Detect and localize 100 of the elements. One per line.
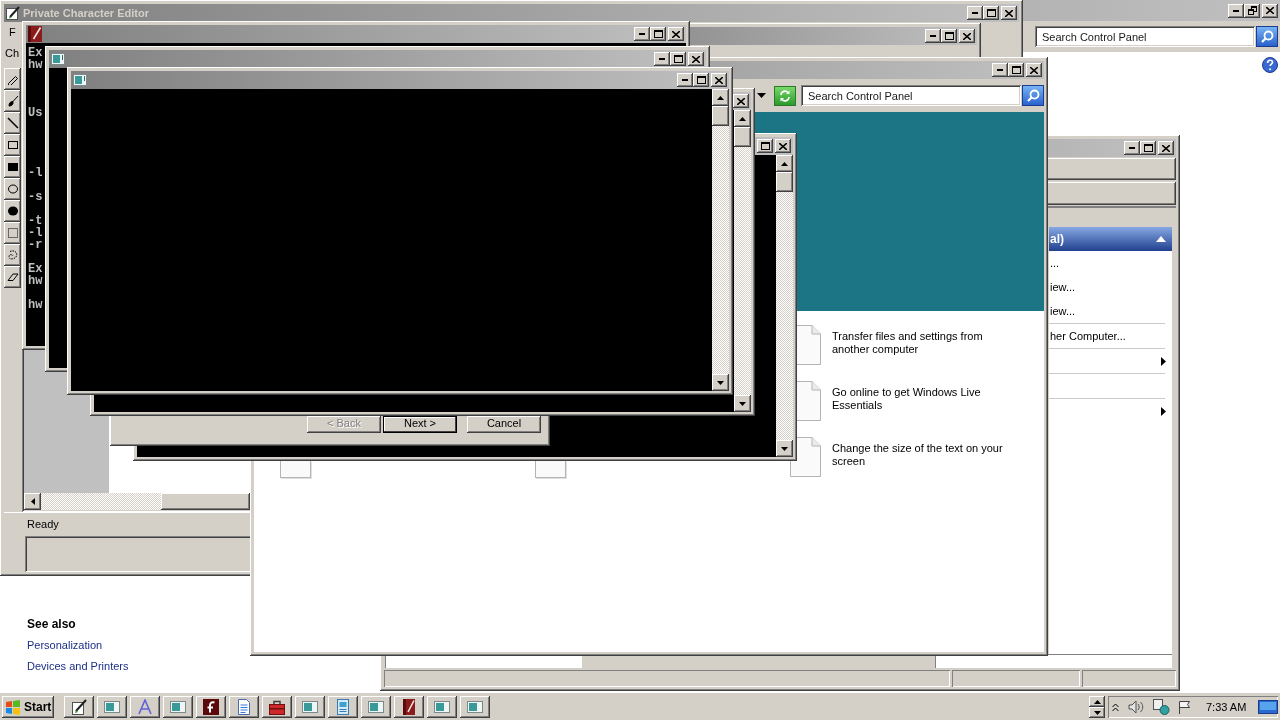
- taskbar-button[interactable]: [163, 696, 193, 718]
- minimize-button[interactable]: [967, 6, 983, 20]
- console-line: Ex: [28, 263, 43, 275]
- vertical-scrollbar[interactable]: [776, 155, 793, 457]
- tool-button[interactable]: [4, 134, 21, 156]
- minimize-button[interactable]: [1124, 141, 1140, 155]
- up-arrow-icon: [1093, 699, 1101, 704]
- maximize-button[interactable]: [1008, 63, 1024, 77]
- tool-button[interactable]: [4, 68, 21, 90]
- minimize-button[interactable]: [677, 73, 693, 87]
- vertical-scrollbar[interactable]: [734, 110, 751, 412]
- tool-button[interactable]: [4, 222, 21, 244]
- close-icon: [715, 76, 723, 84]
- taskbar-button[interactable]: [460, 696, 490, 718]
- menu-item[interactable]: F: [7, 26, 18, 38]
- task-link[interactable]: Change the size of the text on your screen: [832, 442, 1012, 468]
- minimize-button[interactable]: [654, 52, 670, 66]
- close-button[interactable]: [959, 29, 975, 43]
- panel-header[interactable]: al): [1049, 227, 1172, 251]
- taskbar-button[interactable]: [427, 696, 457, 718]
- close-icon: [1162, 144, 1170, 152]
- taskbar-button[interactable]: [295, 696, 325, 718]
- close-button[interactable]: [688, 52, 704, 66]
- notebook-icon: [28, 26, 42, 42]
- taskbar-button[interactable]: [229, 696, 259, 718]
- minimize-button[interactable]: [925, 29, 941, 43]
- scroll-down-button[interactable]: [1089, 707, 1105, 718]
- link[interactable]: Personalization: [27, 638, 103, 652]
- task-link[interactable]: her Computer...: [1049, 324, 1172, 348]
- double-chevron-icon: [1112, 702, 1119, 712]
- taskbar-button[interactable]: [64, 696, 94, 718]
- taskbar-button[interactable]: [97, 696, 127, 718]
- scroll-up-button[interactable]: [776, 155, 793, 172]
- maximize-button[interactable]: [670, 52, 686, 66]
- search-field[interactable]: Search Control Panel: [801, 85, 1021, 106]
- selection-icon: [6, 227, 19, 239]
- task-link[interactable]: iew...: [1049, 275, 1172, 299]
- task-link[interactable]: iew...: [1049, 299, 1172, 323]
- search-button[interactable]: [1256, 26, 1278, 47]
- tool-button[interactable]: [4, 200, 21, 222]
- maximize-button[interactable]: [693, 73, 709, 87]
- tool-button[interactable]: [4, 156, 21, 178]
- maximize-button[interactable]: [941, 29, 957, 43]
- minimize-button[interactable]: [1228, 3, 1244, 18]
- scroll-thumb[interactable]: [776, 172, 793, 192]
- scroll-left-button[interactable]: [24, 493, 41, 510]
- maximize-button[interactable]: [1140, 141, 1156, 155]
- scroll-thumb[interactable]: [734, 127, 751, 147]
- maximize-icon: [673, 55, 683, 63]
- document-icon: [280, 461, 311, 478]
- link[interactable]: Devices and Printers: [27, 659, 129, 673]
- minimize-button[interactable]: [634, 27, 650, 41]
- horizontal-scrollbar[interactable]: [24, 493, 250, 510]
- eraser-icon: [6, 271, 19, 283]
- task-link[interactable]: ...: [1049, 251, 1172, 275]
- restore-button[interactable]: [1244, 3, 1260, 18]
- close-button[interactable]: [1158, 141, 1174, 155]
- show-desktop-button[interactable]: [1258, 698, 1278, 716]
- scroll-up-button[interactable]: [734, 110, 751, 127]
- scroll-down-button[interactable]: [776, 440, 793, 457]
- close-button[interactable]: [668, 27, 684, 41]
- taskbar-button[interactable]: [196, 696, 226, 718]
- scroll-thumb[interactable]: [161, 493, 250, 510]
- close-button[interactable]: [775, 139, 791, 153]
- maximize-button[interactable]: [757, 139, 773, 153]
- close-button[interactable]: [711, 73, 727, 87]
- scroll-thumb[interactable]: [712, 106, 729, 126]
- start-button[interactable]: Start: [2, 696, 54, 718]
- minimize-button[interactable]: [992, 63, 1008, 77]
- search-field[interactable]: Search Control Panel: [1035, 26, 1255, 47]
- task-link[interactable]: Transfer files and settings from another computer: [832, 330, 1012, 356]
- taskbar-button[interactable]: [394, 696, 424, 718]
- search-button[interactable]: [1022, 85, 1044, 106]
- scroll-down-button[interactable]: [734, 395, 751, 412]
- close-button[interactable]: [733, 94, 749, 108]
- close-button[interactable]: [1001, 6, 1017, 20]
- close-button[interactable]: [1262, 3, 1278, 18]
- maximize-button[interactable]: [650, 27, 666, 41]
- close-icon: [692, 55, 700, 63]
- taskbar-button[interactable]: [130, 696, 160, 718]
- taskbar-button[interactable]: [361, 696, 391, 718]
- scroll-down-button[interactable]: [712, 374, 729, 391]
- line-icon: [6, 117, 19, 129]
- tool-button[interactable]: [4, 266, 21, 288]
- scroll-up-button[interactable]: [1089, 696, 1105, 707]
- close-button[interactable]: [1026, 63, 1042, 77]
- tool-button[interactable]: [4, 112, 21, 134]
- wizard-button[interactable]: Next >: [383, 416, 457, 433]
- tool-button[interactable]: [4, 178, 21, 200]
- maximize-button[interactable]: [983, 6, 999, 20]
- task-link[interactable]: Go online to get Windows Live Essentials: [832, 386, 1012, 412]
- vertical-scrollbar[interactable]: [712, 89, 729, 391]
- tool-button[interactable]: [4, 90, 21, 112]
- scroll-up-button[interactable]: [712, 89, 729, 106]
- wizard-button[interactable]: Cancel: [467, 416, 541, 433]
- taskbar-button[interactable]: [262, 696, 292, 718]
- tool-button[interactable]: [4, 244, 21, 266]
- taskbar-button[interactable]: [328, 696, 358, 718]
- filled-rectangle-icon: [6, 161, 19, 173]
- refresh-button[interactable]: [774, 85, 796, 106]
